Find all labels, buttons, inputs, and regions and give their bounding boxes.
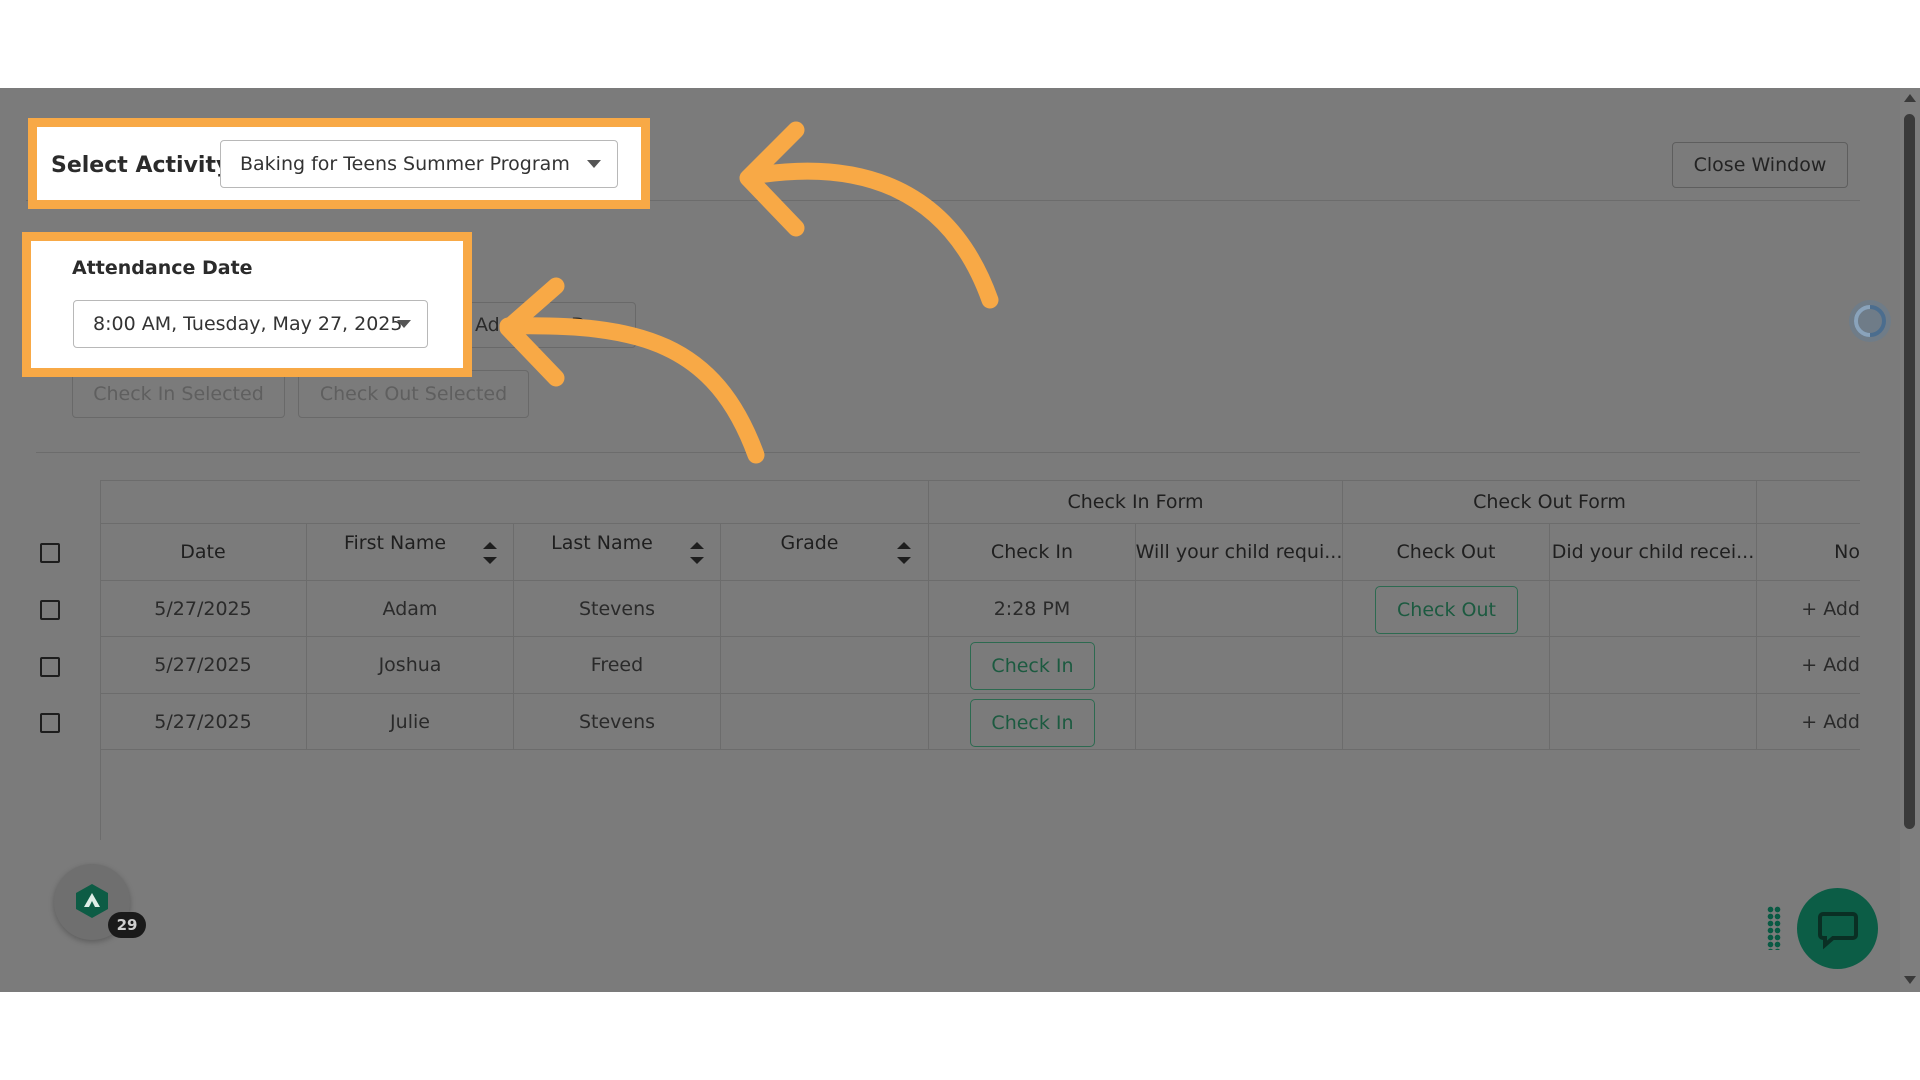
notification-badge: 29 — [108, 912, 146, 938]
arrow-annotation — [499, 121, 999, 464]
chat-icon — [1818, 912, 1858, 950]
arrow-curve-top — [743, 162, 999, 309]
scroll-up-icon[interactable] — [1904, 94, 1916, 102]
logo-icon — [76, 884, 108, 918]
drag-handle-icon[interactable] — [1767, 906, 1781, 950]
scroll-down-icon[interactable] — [1904, 976, 1916, 984]
scrollbar-thumb[interactable] — [1904, 114, 1915, 829]
app-window: Close Window Ad Da Check In Selected Che… — [0, 88, 1920, 992]
chat-button[interactable] — [1797, 888, 1878, 969]
refresh-icon[interactable] — [1847, 298, 1893, 344]
arrow-curve-bottom — [499, 317, 765, 464]
